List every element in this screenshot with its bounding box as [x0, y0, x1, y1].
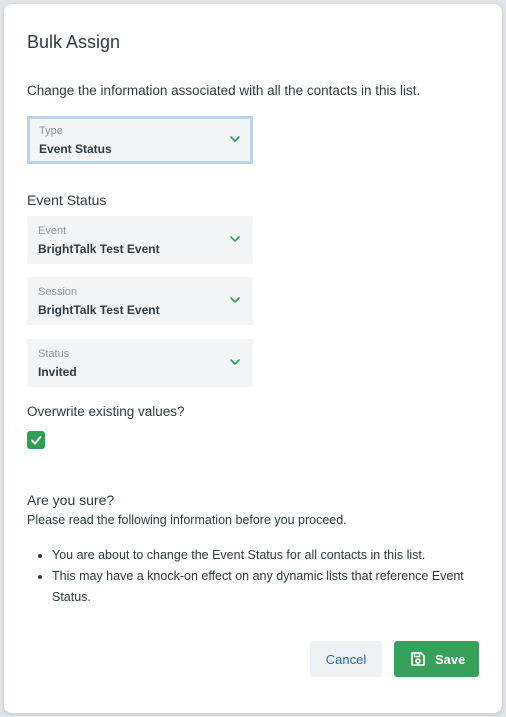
- event-status-section-label: Event Status: [27, 192, 107, 208]
- event-select-label: Event: [38, 225, 67, 237]
- confirm-subheading: Please read the following information be…: [27, 513, 347, 527]
- overwrite-checkbox[interactable]: [27, 431, 45, 449]
- session-select-value: BrightTalk Test Event: [38, 303, 160, 317]
- session-select[interactable]: Session BrightTalk Test Event: [27, 277, 253, 325]
- save-button[interactable]: Save: [394, 641, 479, 677]
- chevron-down-icon: [230, 236, 240, 242]
- event-select-value: BrightTalk Test Event: [38, 242, 160, 256]
- check-icon: [31, 436, 42, 445]
- confirm-heading: Are you sure?: [27, 492, 115, 508]
- list-item: This may have a knock-on effect on any d…: [52, 566, 482, 608]
- type-select-value: Event Status: [39, 142, 112, 156]
- floppy-disk-icon: [411, 652, 425, 666]
- modal-title: Bulk Assign: [27, 32, 121, 52]
- overwrite-label: Overwrite existing values?: [27, 404, 185, 419]
- chevron-down-icon: [230, 136, 240, 142]
- event-select[interactable]: Event BrightTalk Test Event: [27, 216, 253, 264]
- list-item: You are about to change the Event Status…: [52, 545, 482, 566]
- cancel-button[interactable]: Cancel: [310, 641, 382, 677]
- status-select-label: Status: [38, 348, 70, 360]
- session-select-label: Session: [38, 286, 78, 298]
- chevron-down-icon: [230, 359, 240, 365]
- status-select-value: Invited: [38, 365, 77, 379]
- warning-list: You are about to change the Event Status…: [27, 545, 482, 608]
- type-select-label: Type: [39, 125, 63, 137]
- cancel-button-label: Cancel: [325, 652, 367, 667]
- status-select[interactable]: Status Invited: [27, 339, 253, 387]
- chevron-down-icon: [230, 297, 240, 303]
- type-select[interactable]: Type Event Status: [27, 116, 253, 164]
- modal-intro-text: Change the information associated with a…: [27, 83, 421, 98]
- save-button-label: Save: [435, 652, 466, 667]
- bulk-assign-modal: Bulk Assign Change the information assoc…: [4, 4, 502, 713]
